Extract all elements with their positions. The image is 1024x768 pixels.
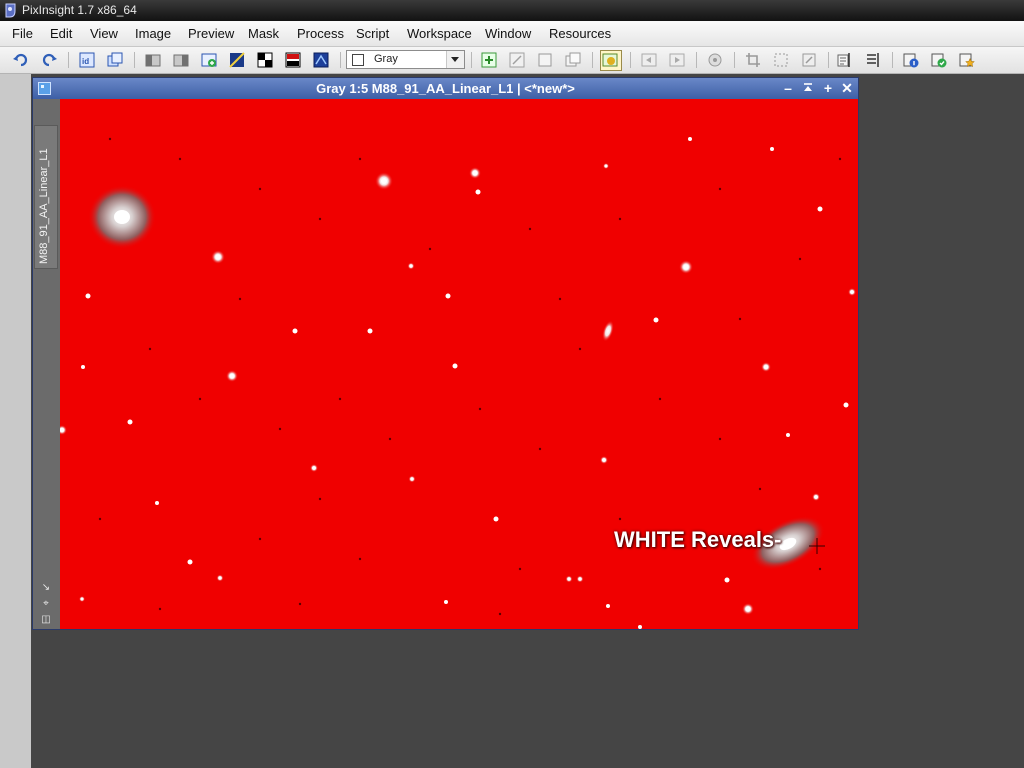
galaxy-core	[114, 210, 130, 224]
star	[638, 625, 642, 629]
toolbar-separator	[134, 52, 135, 68]
menu-script[interactable]: Script	[356, 26, 389, 41]
channel-select-value: Gray	[374, 53, 398, 65]
view-tab[interactable]: M88_91_AA_Linear_L1	[34, 125, 58, 269]
star	[452, 363, 458, 369]
star	[187, 559, 193, 565]
select-all-icon[interactable]	[772, 51, 790, 69]
toolbar-separator	[471, 52, 472, 68]
resize-icon[interactable]: ↘	[39, 582, 53, 594]
star	[444, 600, 448, 604]
star	[817, 206, 823, 212]
star	[367, 328, 373, 334]
menu-file[interactable]: File	[12, 26, 33, 41]
pixinsight-logo-icon	[5, 3, 16, 18]
toolbar-separator	[592, 52, 593, 68]
image-window-title: Gray 1:5 M88_91_AA_Linear_L1 | <*new*>	[316, 81, 575, 96]
undo-icon[interactable]	[12, 51, 30, 69]
channel-select[interactable]: Gray	[346, 50, 465, 69]
history-explorer-icon[interactable]	[864, 51, 882, 69]
star	[724, 577, 730, 583]
process-console-icon[interactable]	[836, 51, 854, 69]
show-mask-icon[interactable]	[600, 50, 622, 71]
close-icon[interactable]: ✕	[839, 80, 855, 96]
zoom-to-fit-icon[interactable]: ⌖	[39, 598, 53, 610]
star	[127, 419, 133, 425]
clone-image-icon[interactable]	[106, 51, 124, 69]
gamut-check-icon[interactable]	[312, 51, 330, 69]
apply-icon[interactable]	[930, 51, 948, 69]
image-canvas[interactable]: WHITE Reveals-	[60, 99, 858, 629]
toolbar: id Gray	[0, 47, 1024, 74]
star	[653, 317, 659, 323]
image-identifier-icon[interactable]: id	[78, 51, 96, 69]
star	[475, 189, 481, 195]
menu-mask[interactable]: Mask	[248, 26, 279, 41]
zoom-in-icon[interactable]	[480, 51, 498, 69]
menu-workspace[interactable]: Workspace	[407, 26, 472, 41]
shade-icon[interactable]	[800, 80, 816, 96]
menu-edit[interactable]: Edit	[50, 26, 72, 41]
image-properties-icon[interactable]	[902, 51, 920, 69]
chevron-down-icon[interactable]	[446, 51, 464, 68]
menu-process[interactable]: Process	[297, 26, 344, 41]
star	[85, 293, 91, 299]
star	[292, 328, 298, 334]
gray-swatch-icon	[352, 54, 364, 66]
mask-display-icon[interactable]	[256, 51, 274, 69]
star	[445, 293, 451, 299]
image-window-titlebar[interactable]: Gray 1:5 M88_91_AA_Linear_L1 | <*new*> –…	[33, 78, 858, 99]
toolbar-separator	[630, 52, 631, 68]
star	[843, 402, 849, 408]
zoom-out-icon[interactable]	[508, 51, 526, 69]
menu-window[interactable]: Window	[485, 26, 531, 41]
star	[786, 433, 790, 437]
toolbar-separator	[828, 52, 829, 68]
stf-icon[interactable]	[228, 51, 246, 69]
star	[155, 501, 159, 505]
zoom-1to1-icon[interactable]	[564, 51, 582, 69]
image-window[interactable]: Gray 1:5 M88_91_AA_Linear_L1 | <*new*> –…	[32, 77, 859, 630]
mirror-right-icon[interactable]	[172, 51, 190, 69]
crop-icon[interactable]	[744, 51, 762, 69]
menu-view[interactable]: View	[90, 26, 118, 41]
pan-icon[interactable]	[800, 51, 818, 69]
star	[688, 137, 692, 141]
readout-icon[interactable]	[706, 51, 724, 69]
star	[606, 604, 610, 608]
star	[770, 147, 774, 151]
menu-bar: File Edit View Image Preview Mask Proces…	[0, 21, 1024, 47]
menu-preview[interactable]: Preview	[188, 26, 234, 41]
color-management-icon[interactable]	[284, 51, 302, 69]
mirror-left-icon[interactable]	[144, 51, 162, 69]
favorite-icon[interactable]	[958, 51, 976, 69]
fit-view-icon[interactable]	[536, 51, 554, 69]
app-titlebar: PixInsight 1.7 x86_64	[0, 0, 1024, 21]
star	[493, 516, 499, 522]
view-tab-label: M88_91_AA_Linear_L1	[38, 148, 50, 264]
workspace-left-strip	[0, 74, 31, 768]
toolbar-separator	[68, 52, 69, 68]
minimize-icon[interactable]: –	[780, 80, 796, 96]
clone-window-icon[interactable]: ◫	[39, 614, 53, 626]
next-view-icon[interactable]	[668, 51, 686, 69]
toolbar-separator	[892, 52, 893, 68]
toolbar-separator	[734, 52, 735, 68]
menu-resources[interactable]: Resources	[549, 26, 611, 41]
redo-icon[interactable]	[40, 51, 58, 69]
maximize-icon[interactable]: +	[820, 80, 836, 96]
image-window-side-panel: M88_91_AA_Linear_L1 ↘ ⌖ ◫	[33, 99, 60, 629]
toolbar-separator	[696, 52, 697, 68]
menu-image[interactable]: Image	[135, 26, 171, 41]
star	[81, 365, 85, 369]
window-menu-icon[interactable]	[38, 82, 51, 95]
new-preview-icon[interactable]	[200, 51, 218, 69]
svg-text:id: id	[82, 57, 89, 66]
toolbar-separator	[340, 52, 341, 68]
app-title: PixInsight 1.7 x86_64	[22, 3, 137, 17]
previous-view-icon[interactable]	[640, 51, 658, 69]
overlay-annotation: WHITE Reveals-	[614, 527, 782, 552]
